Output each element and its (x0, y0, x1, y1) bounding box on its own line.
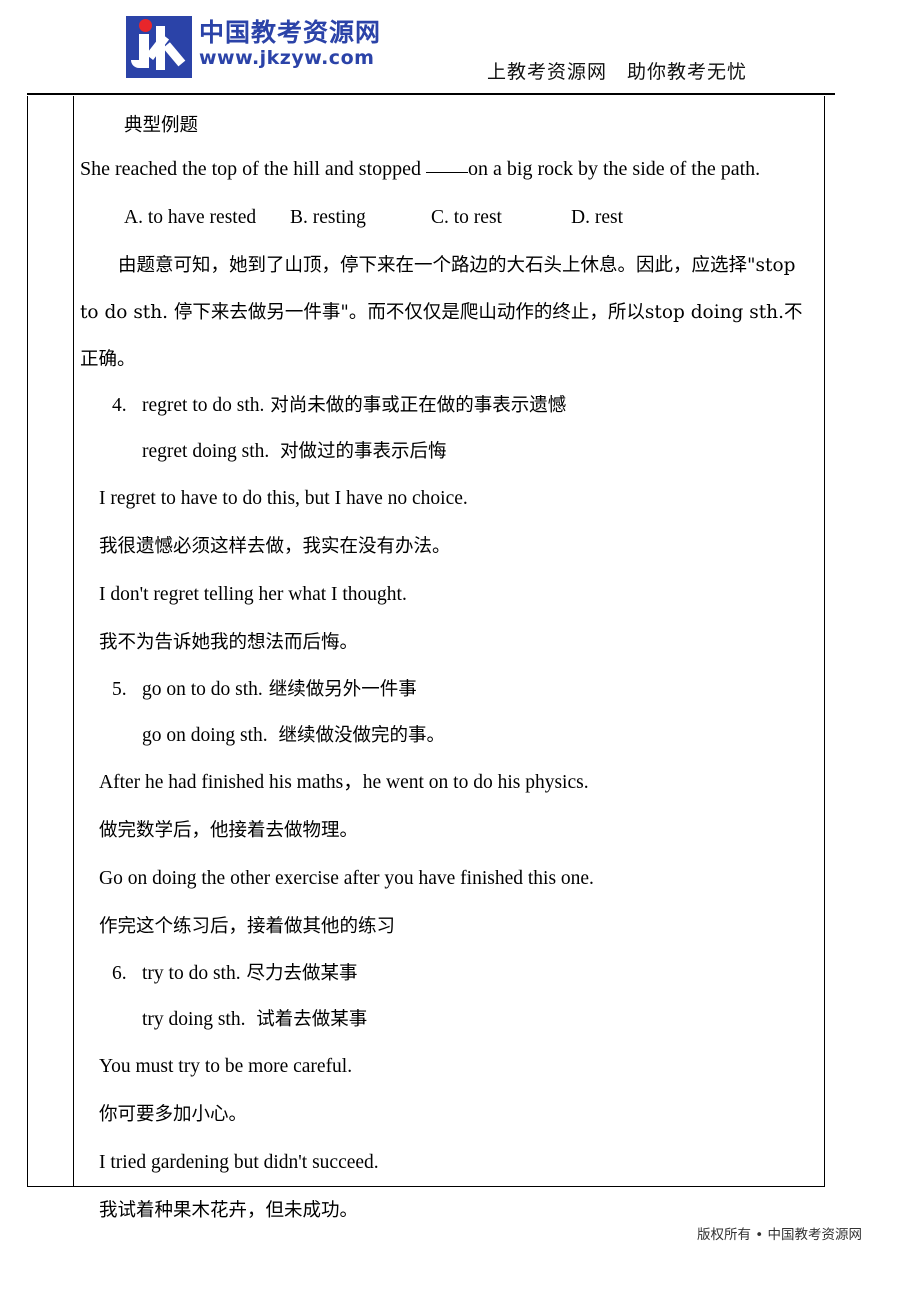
header-divider (27, 93, 835, 95)
logo-dot-icon (139, 19, 152, 32)
logo-site-name: 中国教考资源网 (199, 18, 382, 47)
example-chinese: 我不为告诉她我的想法而后悔。 (99, 632, 359, 653)
option-b[interactable]: B. resting (290, 194, 431, 242)
example-english: I tried gardening but didn't succeed. (99, 1152, 379, 1173)
option-c[interactable]: C. to rest (431, 194, 571, 242)
rule-head-english: try to do sth. (142, 963, 241, 984)
question-sentence: She reached the top of the hill and stop… (80, 144, 810, 194)
rule-number: 6. (112, 963, 127, 984)
example-english: After he had finished his maths，he went … (99, 772, 589, 793)
table-content-column: 典型例题 She reached the top of the hill and… (74, 96, 824, 1221)
rule-head-chinese: 尽力去做某事 (240, 963, 358, 984)
rule-head-chinese: 对尚未做的事或正在做的事表示遗憾 (264, 395, 567, 416)
rule-heading: 4. regret to do sth. 对尚未做的事或正在做的事表示遗憾 (80, 383, 810, 429)
rule-number: 5. (112, 679, 127, 700)
rule-sub-chinese: 对做过的事表示后悔 (274, 441, 447, 462)
example-english: You must try to be more careful. (99, 1056, 353, 1077)
rule-sub-chinese: 继续做没做完的事。 (272, 725, 445, 746)
example-chinese: 做完数学后，他接着去做物理。 (99, 820, 359, 841)
rule-sub-english: go on doing sth. (142, 725, 268, 746)
explanation-paragraph: 由题意可知，她到了山顶，停下来在一个路边的大石头上休息。因此，应选择"stop … (80, 255, 803, 370)
example-english: I regret to have to do this, but I have … (99, 488, 468, 509)
answer-blank (426, 172, 469, 173)
example-chinese: 作完这个练习后，接着做其他的练习 (99, 916, 396, 937)
jk-logo-icon (126, 16, 192, 78)
rule-subheading: try doing sth. 试着去做某事 (80, 997, 810, 1043)
example-chinese: 我很遗憾必须这样去做，我实在没有办法。 (99, 536, 451, 557)
question-text-after: on a big rock by the side of the path. (468, 158, 761, 180)
rule-sub-english: regret doing sth. (142, 441, 270, 462)
logo-text-block: 中国教考资源网 www.jkzyw.com (199, 16, 381, 70)
table-gutter-column (28, 96, 74, 1186)
rule-subheading: regret doing sth. 对做过的事表示后悔 (80, 429, 810, 475)
page-footer: 版权所有 • 中国教考资源网 (0, 1225, 920, 1245)
logo-site-url: www.jkzyw.com (199, 47, 375, 69)
rule-head-chinese: 继续做另外一件事 (262, 679, 417, 700)
rule-item: 6. try to do sth. 尽力去做某事 try doing sth. … (80, 951, 810, 1235)
rule-head-english: go on to do sth. (142, 679, 263, 700)
example-chinese: 你可要多加小心。 (99, 1104, 248, 1125)
logo-k-lower-arm-icon (163, 42, 186, 67)
example-english: Go on doing the other exercise after you… (99, 868, 594, 889)
option-a[interactable]: A. to have rested (124, 194, 290, 242)
option-d[interactable]: D. rest (571, 194, 623, 242)
document-page: 中国教考资源网 www.jkzyw.com 上教考资源网 助你教考无忧 典型例题… (0, 0, 920, 1302)
rule-item: 5. go on to do sth. 继续做另外一件事 go on doing… (80, 667, 810, 951)
page-header: 中国教考资源网 www.jkzyw.com 上教考资源网 助你教考无忧 (0, 0, 920, 96)
rule-number: 4. (112, 395, 127, 416)
question-text-before: She reached the top of the hill and stop… (80, 158, 427, 180)
rule-sub-chinese: 试着去做某事 (250, 1009, 368, 1030)
answer-options: A. to have rested B. resting C. to rest … (80, 194, 810, 242)
footer-copyright: 版权所有 • 中国教考资源网 (696, 1227, 862, 1243)
rule-head-english: regret to do sth. (142, 395, 265, 416)
content-table: 典型例题 She reached the top of the hill and… (27, 96, 825, 1221)
header-slogan: 上教考资源网 助你教考无忧 (487, 61, 748, 83)
rule-sub-english: try doing sth. (142, 1009, 246, 1030)
rule-subheading: go on doing sth. 继续做没做完的事。 (80, 713, 810, 759)
rule-item: 4. regret to do sth. 对尚未做的事或正在做的事表示遗憾 re… (80, 383, 810, 667)
example-english: I don't regret telling her what I though… (99, 584, 407, 605)
rule-heading: 5. go on to do sth. 继续做另外一件事 (80, 667, 810, 713)
site-logo: 中国教考资源网 www.jkzyw.com (126, 16, 381, 78)
section-title: 典型例题 (124, 115, 199, 136)
rule-heading: 6. try to do sth. 尽力去做某事 (80, 951, 810, 997)
